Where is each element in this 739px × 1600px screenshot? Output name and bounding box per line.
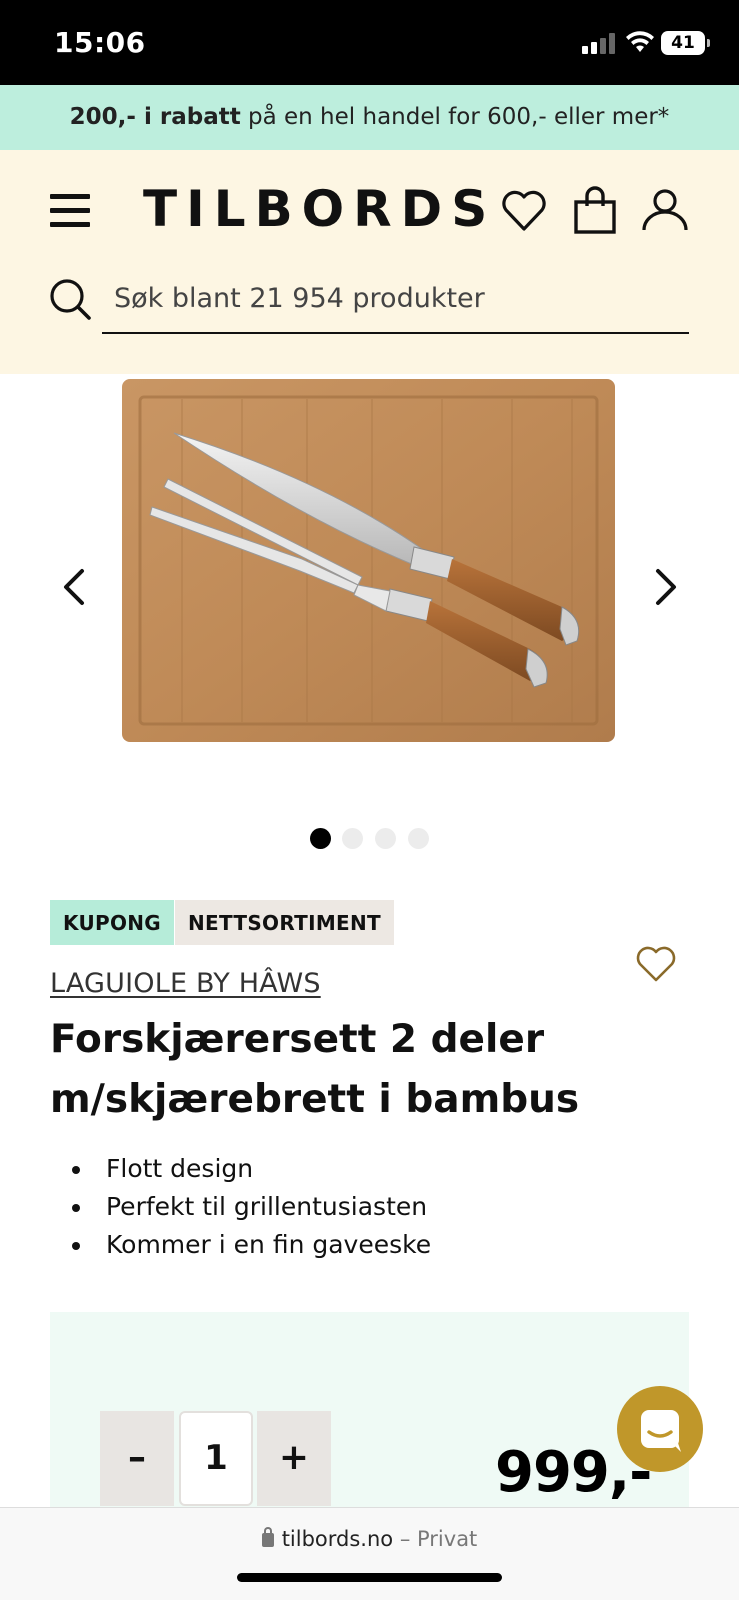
heart-icon[interactable] xyxy=(499,186,549,236)
wishlist-heart-icon[interactable] xyxy=(634,944,678,984)
quantity-decrease-button[interactable]: – xyxy=(100,1411,174,1506)
promo-banner[interactable]: 200,- i rabatt på en hel handel for 600,… xyxy=(0,85,739,150)
online-only-badge: NETTSORTIMENT xyxy=(175,900,394,945)
battery-icon: 41 xyxy=(661,31,710,55)
url-domain: tilbords.no xyxy=(281,1527,394,1551)
gallery-dot[interactable] xyxy=(342,828,363,849)
browsing-mode: Privat xyxy=(417,1527,478,1551)
cart-icon[interactable] xyxy=(570,186,620,236)
product-title: Forskjærersett 2 deler m/skjærebrett i b… xyxy=(50,1017,580,1122)
quantity-input[interactable]: 1 xyxy=(179,1411,253,1506)
status-time: 15:06 xyxy=(54,26,146,59)
list-item: Kommer i en fin gaveeske xyxy=(94,1226,431,1264)
list-item: Flott design xyxy=(94,1150,431,1188)
chevron-right-icon[interactable] xyxy=(652,567,680,607)
chat-button[interactable] xyxy=(617,1386,703,1472)
wifi-icon xyxy=(626,31,654,52)
lock-icon xyxy=(261,1527,274,1547)
gallery-dot[interactable] xyxy=(310,828,331,849)
address-bar[interactable]: tilbords.no – Privat xyxy=(0,1527,739,1551)
site-logo[interactable]: TILBORDS xyxy=(143,180,496,238)
brand-link[interactable]: LAGUIOLE BY HÂWS xyxy=(50,968,321,999)
coupon-badge: KUPONG xyxy=(50,900,175,945)
feature-list: Flott design Perfekt til grillentusiaste… xyxy=(94,1150,431,1264)
gallery-dot[interactable] xyxy=(408,828,429,849)
product-image[interactable] xyxy=(122,379,615,742)
browser-toolbar xyxy=(0,1507,739,1600)
chevron-left-icon[interactable] xyxy=(60,567,88,607)
signal-icon xyxy=(582,32,616,54)
home-indicator[interactable] xyxy=(237,1573,502,1582)
user-icon[interactable] xyxy=(640,186,690,236)
menu-icon[interactable] xyxy=(50,194,90,228)
promo-highlight: 200,- i rabatt xyxy=(69,104,241,130)
promo-text: på en hel handel for 600,- eller mer* xyxy=(240,104,670,130)
chat-icon xyxy=(641,1410,681,1452)
list-item: Perfekt til grillentusiasten xyxy=(94,1188,431,1226)
search-input[interactable]: Søk blant 21 954 produkter xyxy=(102,274,689,334)
search-icon[interactable] xyxy=(48,277,92,321)
quantity-increase-button[interactable]: + xyxy=(257,1411,331,1506)
status-bar: 15:06 41 xyxy=(0,0,739,85)
gallery-dot[interactable] xyxy=(375,828,396,849)
url-separator: – xyxy=(393,1527,417,1551)
